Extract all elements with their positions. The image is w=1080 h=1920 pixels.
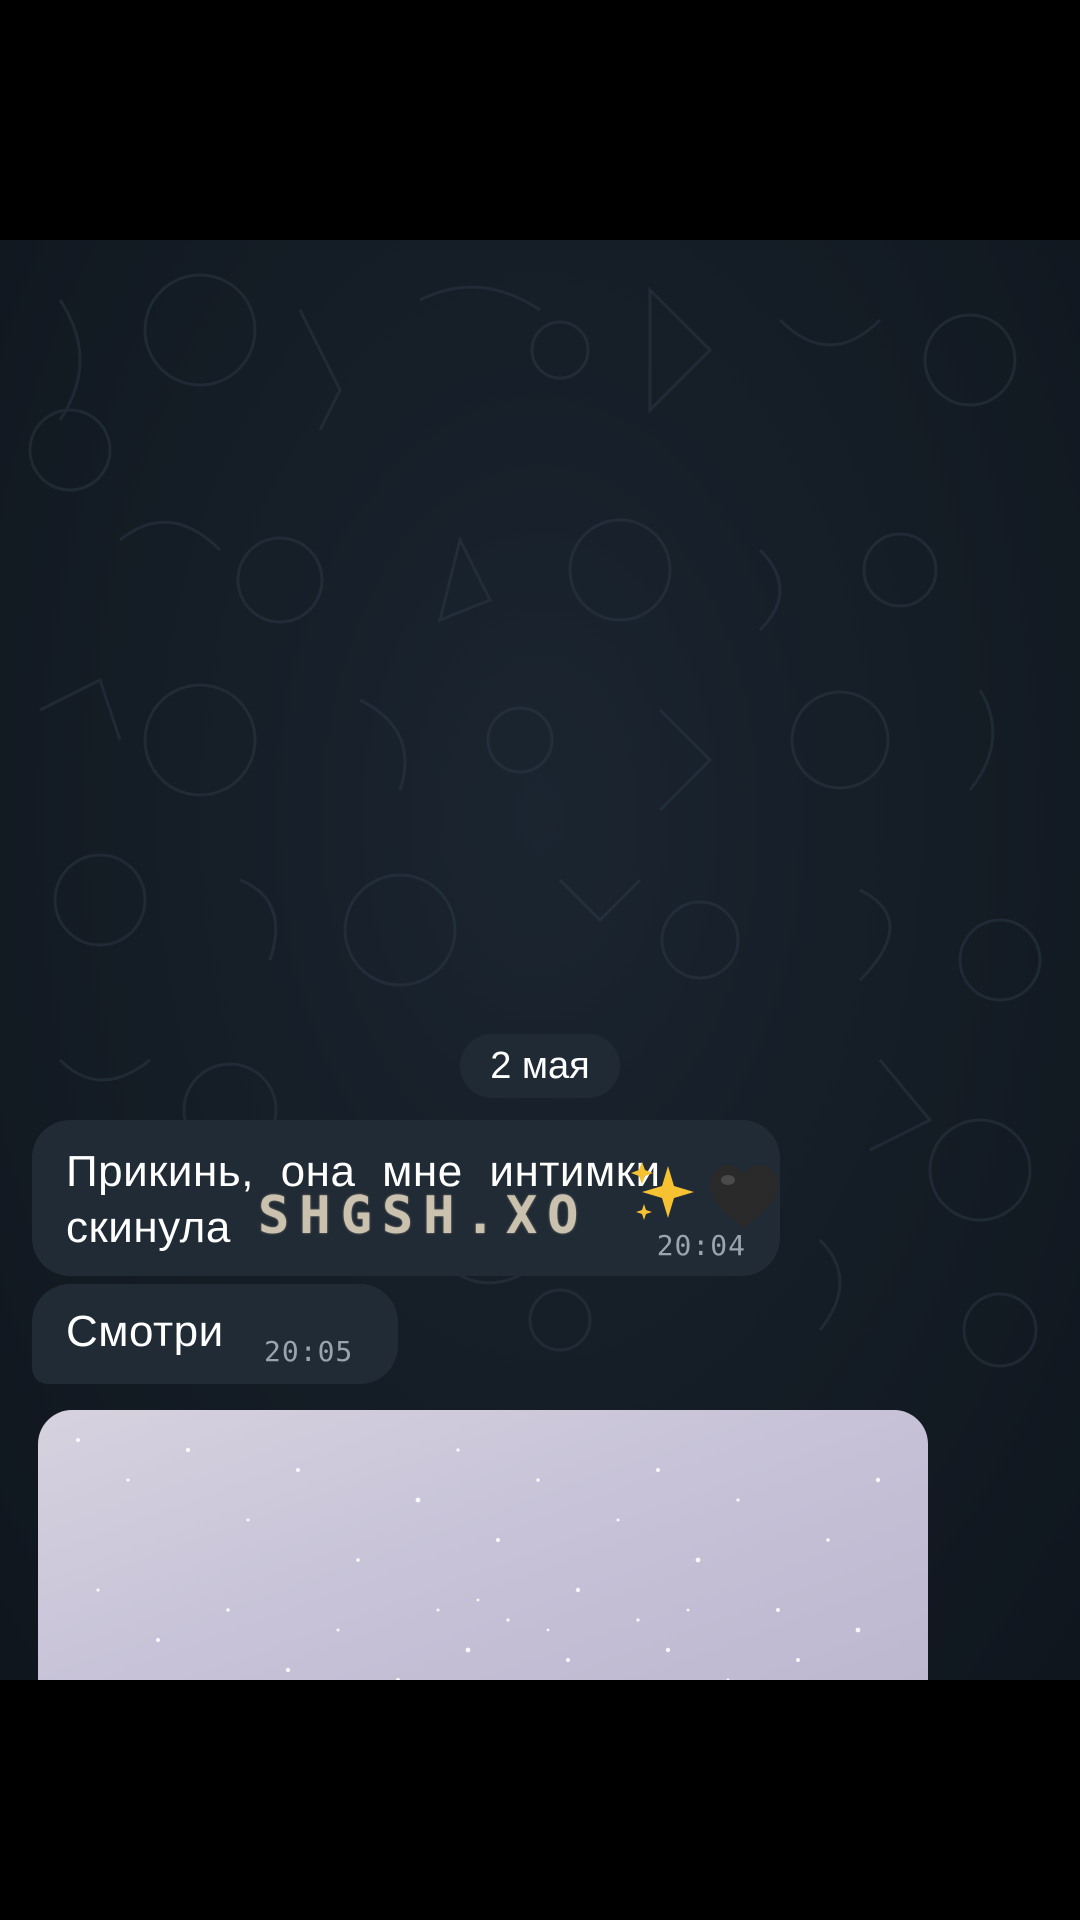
black-heart-icon xyxy=(710,1165,778,1228)
photo-message-preview[interactable] xyxy=(38,1410,928,1680)
screen: 2 мая Прикинь, она мне интимки скинула 2… xyxy=(0,0,1080,1920)
message-bubble-incoming[interactable]: Смотри 20:05 xyxy=(32,1284,398,1384)
watermark-text: SHGSH.XO xyxy=(258,1186,589,1246)
message-time: 20:04 xyxy=(656,1229,746,1262)
sparkles-icon xyxy=(631,1162,694,1220)
date-separator: 2 мая xyxy=(460,1034,620,1098)
message-time: 20:05 xyxy=(264,1335,354,1368)
glitter-texture xyxy=(76,1438,881,1680)
message-text: Смотри xyxy=(66,1307,224,1356)
chat-area[interactable]: 2 мая Прикинь, она мне интимки скинула 2… xyxy=(0,240,1080,1680)
